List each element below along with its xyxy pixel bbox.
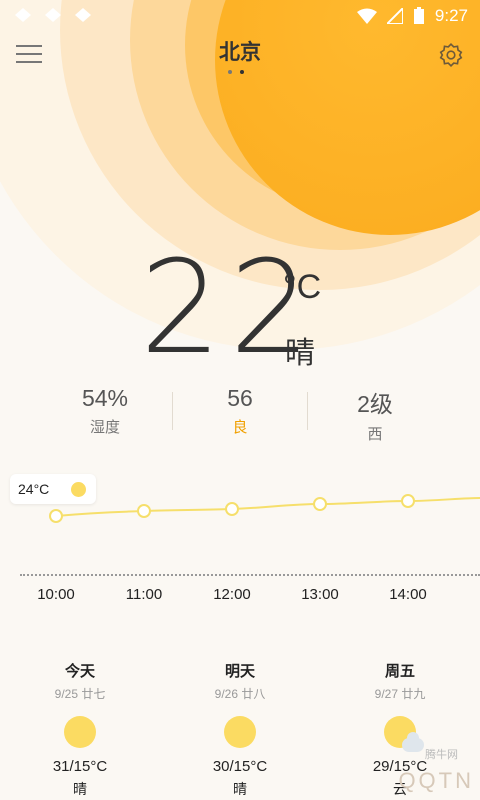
battery-icon: [413, 7, 424, 24]
watermark-text: QQTN: [398, 768, 474, 793]
status-bar: 9:27: [0, 0, 480, 32]
hour-point: [225, 502, 239, 516]
notification-icon: [45, 8, 61, 22]
day-date: 9/26 廿八: [214, 687, 266, 701]
page-dot-active: [240, 70, 244, 74]
day-temp-range: 31/15°C: [52, 758, 108, 775]
hour-label: 10:00: [37, 586, 75, 603]
signal-icon: [386, 8, 403, 24]
day-name: 今天: [64, 663, 95, 680]
sun-icon: [224, 716, 256, 748]
hour-point: [401, 494, 415, 508]
notification-icon: [15, 8, 31, 22]
day-date: 9/27 廿九: [374, 687, 426, 701]
day-name: 周五: [384, 663, 415, 680]
day-name: 明天: [224, 663, 255, 680]
wind-value: 2级: [357, 391, 393, 417]
city-title[interactable]: 北京: [0, 36, 480, 66]
day-date: 9/25 廿七: [54, 687, 106, 701]
hour-point: [49, 509, 63, 523]
daily-forecast-tomorrow[interactable]: 明天 9/26 廿八 30/15°C 晴: [180, 660, 300, 799]
hour-point: [313, 497, 327, 511]
day-condition: 晴: [233, 781, 247, 797]
watermark-small: 腾牛网: [425, 749, 458, 761]
sun-icon: [64, 716, 96, 748]
notification-icon: [75, 8, 91, 22]
current-condition: 晴: [285, 337, 315, 370]
status-time: 9:27: [434, 6, 468, 25]
hour-point: [137, 504, 151, 518]
hourly-temperature-curve: [49, 494, 480, 523]
wind-stat: 2级 西: [295, 385, 455, 444]
temperature-unit: °C: [283, 268, 322, 306]
daily-forecast-today[interactable]: 今天 9/25 廿七 31/15°C 晴: [20, 660, 140, 799]
page-dot: [228, 70, 232, 74]
hour-label: 12:00: [213, 586, 251, 603]
settings-icon[interactable]: [438, 42, 464, 68]
page-indicator: [228, 70, 244, 74]
hour-label: 14:00: [389, 586, 427, 603]
hour-label: 11:00: [125, 586, 163, 603]
watermark-logo: 腾牛网 QQTN: [398, 749, 474, 794]
hourly-divider: [20, 574, 480, 576]
wind-direction-label: 西: [367, 426, 383, 443]
partly-cloudy-icon: [384, 716, 424, 752]
day-condition: 晴: [73, 781, 87, 797]
wifi-icon: [356, 8, 377, 24]
hour-label: 13:00: [301, 586, 339, 603]
day-temp-range: 30/15°C: [212, 758, 268, 775]
